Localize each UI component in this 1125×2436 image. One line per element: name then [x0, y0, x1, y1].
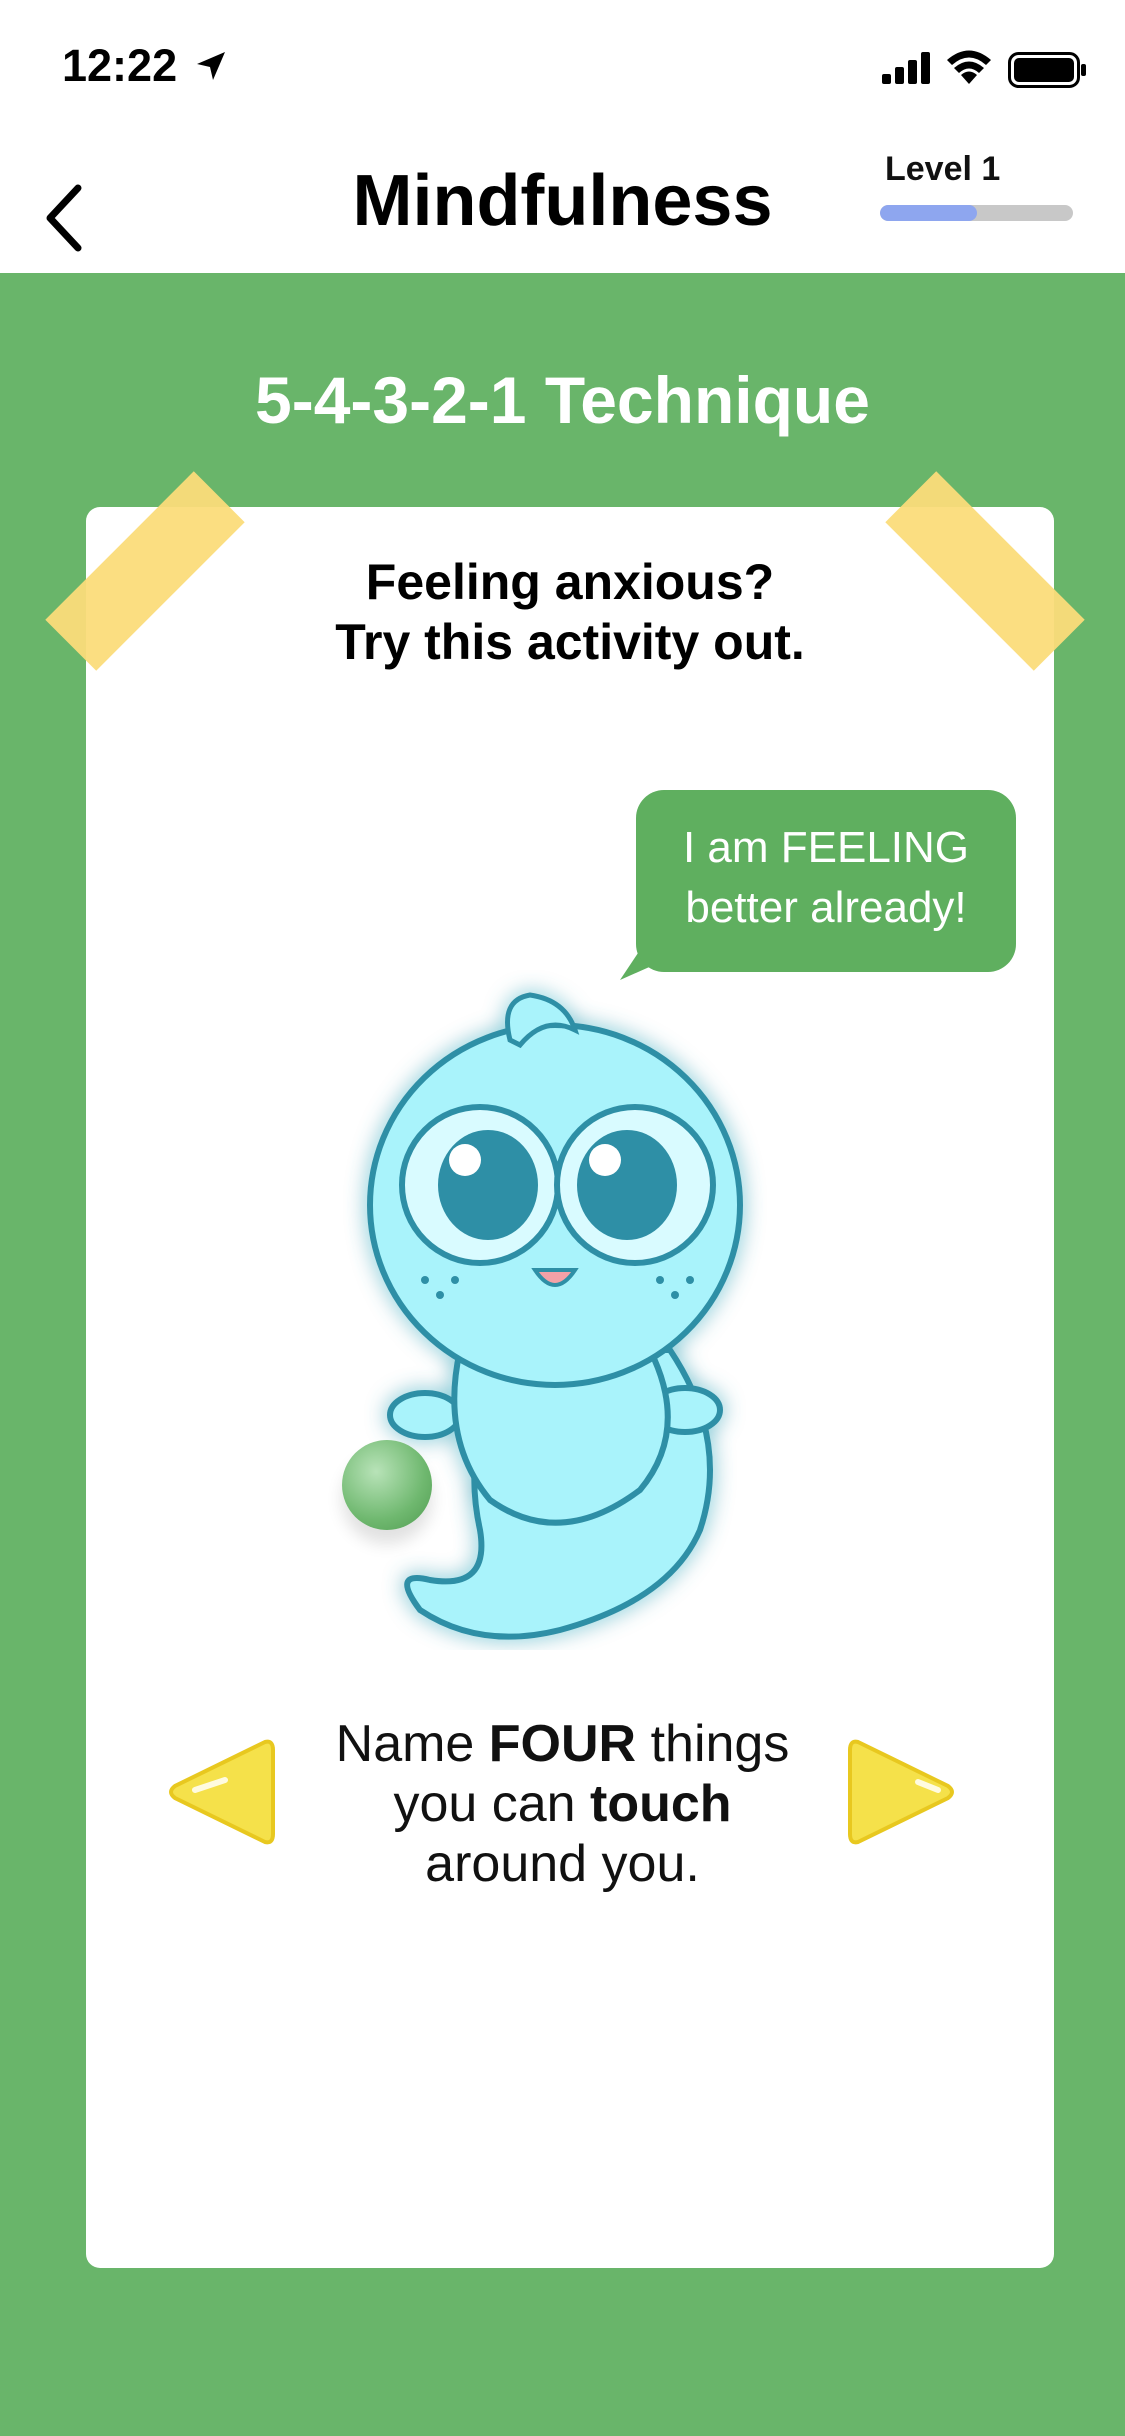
wifi-icon	[947, 50, 991, 84]
instruction-text-part: Name	[335, 1715, 489, 1773]
status-bar: 12:22	[0, 0, 1125, 130]
card-heading: Feeling anxious? Try this activity out.	[86, 552, 1054, 672]
next-button[interactable]	[848, 1732, 958, 1852]
level-progress-bar	[880, 205, 1073, 221]
instruction-text-part: you can	[393, 1775, 591, 1833]
card-heading-line1: Feeling anxious?	[365, 554, 775, 610]
instruction-text: Name FOUR things you can touch around yo…	[290, 1714, 835, 1894]
previous-button[interactable]	[165, 1732, 275, 1852]
instruction-text-part: around you.	[425, 1835, 700, 1893]
nav-bar: Mindfulness Level 1	[0, 130, 1125, 273]
instruction-text-part: things	[636, 1715, 790, 1773]
card-heading-line2: Try this activity out.	[335, 614, 805, 670]
location-arrow-icon	[197, 52, 225, 80]
triangle-right-icon	[848, 1739, 954, 1845]
level-progress-fill	[880, 205, 977, 221]
level-label: Level 1	[885, 150, 1001, 188]
section-title: 5-4-3-2-1 Technique	[255, 363, 870, 437]
status-time: 12:22	[62, 40, 178, 91]
speech-bubble: I am FEELING better already!	[636, 790, 1016, 972]
triangle-left-icon	[169, 1739, 275, 1845]
speech-bubble-line2: better already!	[685, 883, 967, 932]
green-ball-illustration	[342, 1440, 432, 1530]
speech-bubble-line1: I am FEELING	[682, 823, 970, 872]
battery-icon	[1008, 52, 1086, 88]
instruction-text-emphasis: touch	[590, 1775, 732, 1833]
instruction-text-emphasis: FOUR	[488, 1715, 637, 1773]
ghost-mascot-illustration	[367, 992, 743, 1640]
signal-icon	[882, 52, 930, 84]
